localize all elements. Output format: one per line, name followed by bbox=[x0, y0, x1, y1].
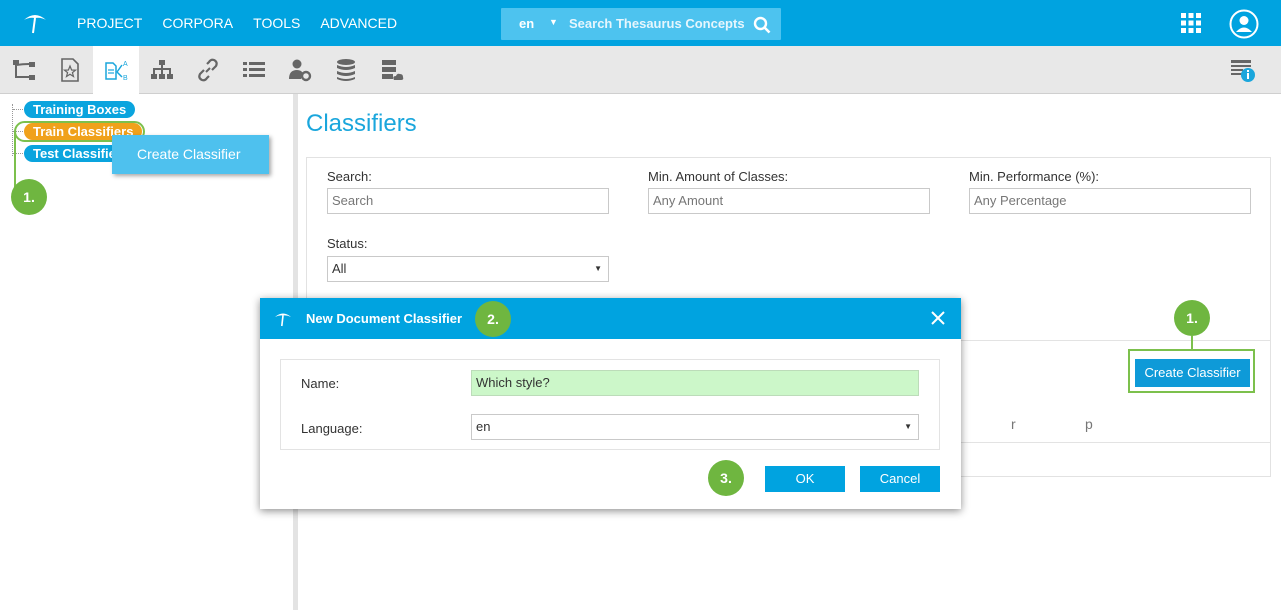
search-icon[interactable] bbox=[753, 16, 771, 34]
annotation-step-badge: 3. bbox=[708, 460, 744, 496]
min-performance-input[interactable]: Any Percentage bbox=[969, 188, 1251, 214]
svg-text:B: B bbox=[123, 75, 128, 82]
caret-down-icon[interactable]: ▼ bbox=[549, 17, 558, 27]
menu-advanced[interactable]: ADVANCED bbox=[320, 15, 397, 31]
hierarchy-icon bbox=[151, 60, 173, 79]
tool-database[interactable] bbox=[323, 46, 369, 94]
name-label: Name: bbox=[301, 376, 340, 391]
column-header[interactable]: r bbox=[1011, 416, 1016, 432]
close-icon[interactable] bbox=[930, 310, 946, 326]
language-label: Language: bbox=[301, 421, 363, 436]
workflow-icon bbox=[13, 60, 35, 80]
apps-grid-icon[interactable] bbox=[1181, 13, 1201, 33]
annotation-step-badge: 1. bbox=[11, 179, 47, 215]
page-title: Classifiers bbox=[306, 110, 417, 137]
caret-down-icon: ▼ bbox=[594, 264, 602, 273]
umbrella-logo-icon bbox=[275, 313, 291, 327]
tool-list[interactable] bbox=[231, 46, 277, 94]
new-classifier-dialog: New Document Classifier 2. Name: Which s… bbox=[260, 298, 961, 509]
tool-user-settings[interactable] bbox=[277, 46, 323, 94]
database-icon bbox=[337, 59, 355, 81]
min-classes-input[interactable]: Any Amount bbox=[648, 188, 930, 214]
tree-connector bbox=[13, 109, 23, 110]
min-performance-label: Min. Performance (%): bbox=[969, 169, 1100, 184]
tree-item-test-classifier[interactable]: Test Classifier bbox=[24, 145, 120, 162]
status-select[interactable]: All ▼ bbox=[327, 256, 609, 282]
tool-bar: A B bbox=[0, 46, 1281, 94]
menu-project[interactable]: PROJECT bbox=[77, 15, 142, 31]
menu-corpora[interactable]: CORPORA bbox=[162, 15, 233, 31]
tool-classifiers[interactable]: A B bbox=[93, 46, 139, 94]
annotation-connector bbox=[1191, 336, 1193, 349]
status-value: All bbox=[332, 261, 347, 276]
search-input[interactable]: Search bbox=[327, 188, 609, 214]
search-label: Search: bbox=[327, 169, 372, 184]
dialog-title: New Document Classifier bbox=[306, 311, 463, 326]
tool-hierarchy[interactable] bbox=[139, 46, 185, 94]
umbrella-logo-icon[interactable] bbox=[22, 10, 48, 36]
tool-workflow[interactable] bbox=[1, 46, 47, 94]
search-input[interactable]: Search Thesaurus Concepts bbox=[569, 16, 745, 31]
column-header[interactable]: p bbox=[1085, 416, 1093, 432]
svg-text:A: A bbox=[123, 61, 128, 68]
search-language-select[interactable]: en bbox=[519, 16, 534, 31]
thesaurus-search[interactable]: en ▼ Search Thesaurus Concepts bbox=[501, 8, 781, 40]
tree-item-training-boxes[interactable]: Training Boxes bbox=[24, 101, 136, 118]
link-icon bbox=[198, 58, 218, 82]
tool-server-cloud[interactable] bbox=[369, 46, 415, 94]
name-input[interactable]: Which style? bbox=[471, 370, 919, 396]
annotation-step-badge: 1. bbox=[1174, 300, 1210, 336]
document-star-icon bbox=[61, 58, 79, 82]
min-classes-label: Min. Amount of Classes: bbox=[648, 169, 789, 184]
caret-down-icon: ▼ bbox=[904, 422, 912, 431]
context-menu-create-classifier[interactable]: Create Classifier bbox=[112, 135, 269, 174]
language-select[interactable]: en ▼ bbox=[471, 414, 919, 440]
dialog-header: New Document Classifier bbox=[260, 298, 961, 339]
cancel-button[interactable]: Cancel bbox=[860, 466, 940, 492]
user-account-icon[interactable] bbox=[1229, 9, 1259, 39]
top-navbar: PROJECT CORPORA TOOLS ADVANCED en ▼ Sear… bbox=[0, 0, 1281, 46]
tool-links[interactable] bbox=[185, 46, 231, 94]
menu-tools[interactable]: TOOLS bbox=[253, 15, 300, 31]
dialog-form: Name: Which style? Language: en ▼ bbox=[280, 359, 940, 450]
ok-button[interactable]: OK bbox=[765, 466, 845, 492]
language-value: en bbox=[476, 419, 491, 434]
tool-document-star[interactable] bbox=[47, 46, 93, 94]
server-cloud-icon bbox=[382, 60, 404, 80]
user-settings-icon bbox=[289, 59, 312, 82]
status-label: Status: bbox=[327, 236, 368, 251]
main-menu: PROJECT CORPORA TOOLS ADVANCED bbox=[77, 15, 397, 31]
create-classifier-button[interactable]: Create Classifier bbox=[1135, 359, 1250, 387]
annotation-step-badge: 2. bbox=[475, 301, 511, 337]
document-classifier-icon: A B bbox=[105, 61, 128, 82]
list-icon bbox=[243, 62, 265, 77]
tree-connector bbox=[12, 104, 13, 156]
info-panel-icon[interactable] bbox=[1229, 56, 1257, 84]
